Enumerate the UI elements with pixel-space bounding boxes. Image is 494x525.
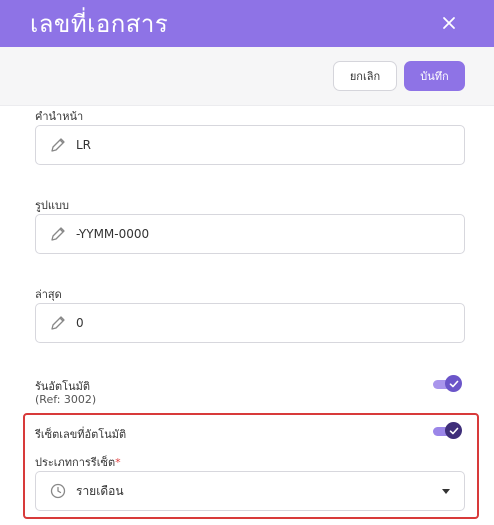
save-button[interactable]: บันทึก bbox=[404, 61, 465, 91]
dialog-title: เลขที่เอกสาร bbox=[30, 10, 169, 38]
close-icon bbox=[443, 17, 455, 29]
auto-reset-toggle[interactable] bbox=[433, 422, 463, 440]
toggle-knob bbox=[445, 375, 462, 392]
cancel-button[interactable]: ยกเลิก bbox=[333, 61, 397, 91]
prefix-label: คำนำหน้า bbox=[35, 110, 84, 123]
format-field[interactable]: -YYMM-0000 bbox=[35, 214, 465, 254]
reset-type-label: ประเภทการรีเซ็ต* bbox=[35, 453, 121, 471]
check-icon bbox=[449, 380, 458, 387]
format-label: รูปแบบ bbox=[35, 199, 69, 212]
latest-label: ล่าสุด bbox=[35, 288, 62, 301]
format-value: -YYMM-0000 bbox=[76, 227, 150, 241]
latest-field[interactable]: 0 bbox=[35, 303, 465, 343]
toggle-knob bbox=[445, 422, 462, 439]
prefix-value: LR bbox=[76, 138, 92, 152]
clock-icon bbox=[50, 483, 66, 499]
auto-run-ref: (Ref: 3002) bbox=[35, 393, 97, 406]
dialog-header: เลขที่เอกสาร bbox=[0, 0, 494, 47]
reset-type-label-text: ประเภทการรีเซ็ต bbox=[35, 456, 116, 469]
check-icon bbox=[449, 427, 458, 434]
pencil-icon bbox=[51, 316, 65, 330]
latest-value: 0 bbox=[76, 316, 84, 330]
auto-reset-label: รีเซ็ตเลขที่อัตโนมัติ bbox=[35, 428, 127, 441]
required-mark: * bbox=[115, 456, 121, 469]
chevron-down-icon bbox=[442, 489, 450, 494]
reset-type-select[interactable]: รายเดือน bbox=[35, 471, 465, 511]
prefix-field[interactable]: LR bbox=[35, 125, 465, 165]
dialog-toolbar: ยกเลิก บันทึก bbox=[0, 47, 494, 106]
pencil-icon bbox=[51, 227, 65, 241]
close-button[interactable] bbox=[440, 12, 458, 34]
reset-type-value: รายเดือน bbox=[76, 483, 124, 498]
pencil-icon bbox=[51, 138, 65, 152]
auto-run-toggle[interactable] bbox=[433, 375, 463, 393]
